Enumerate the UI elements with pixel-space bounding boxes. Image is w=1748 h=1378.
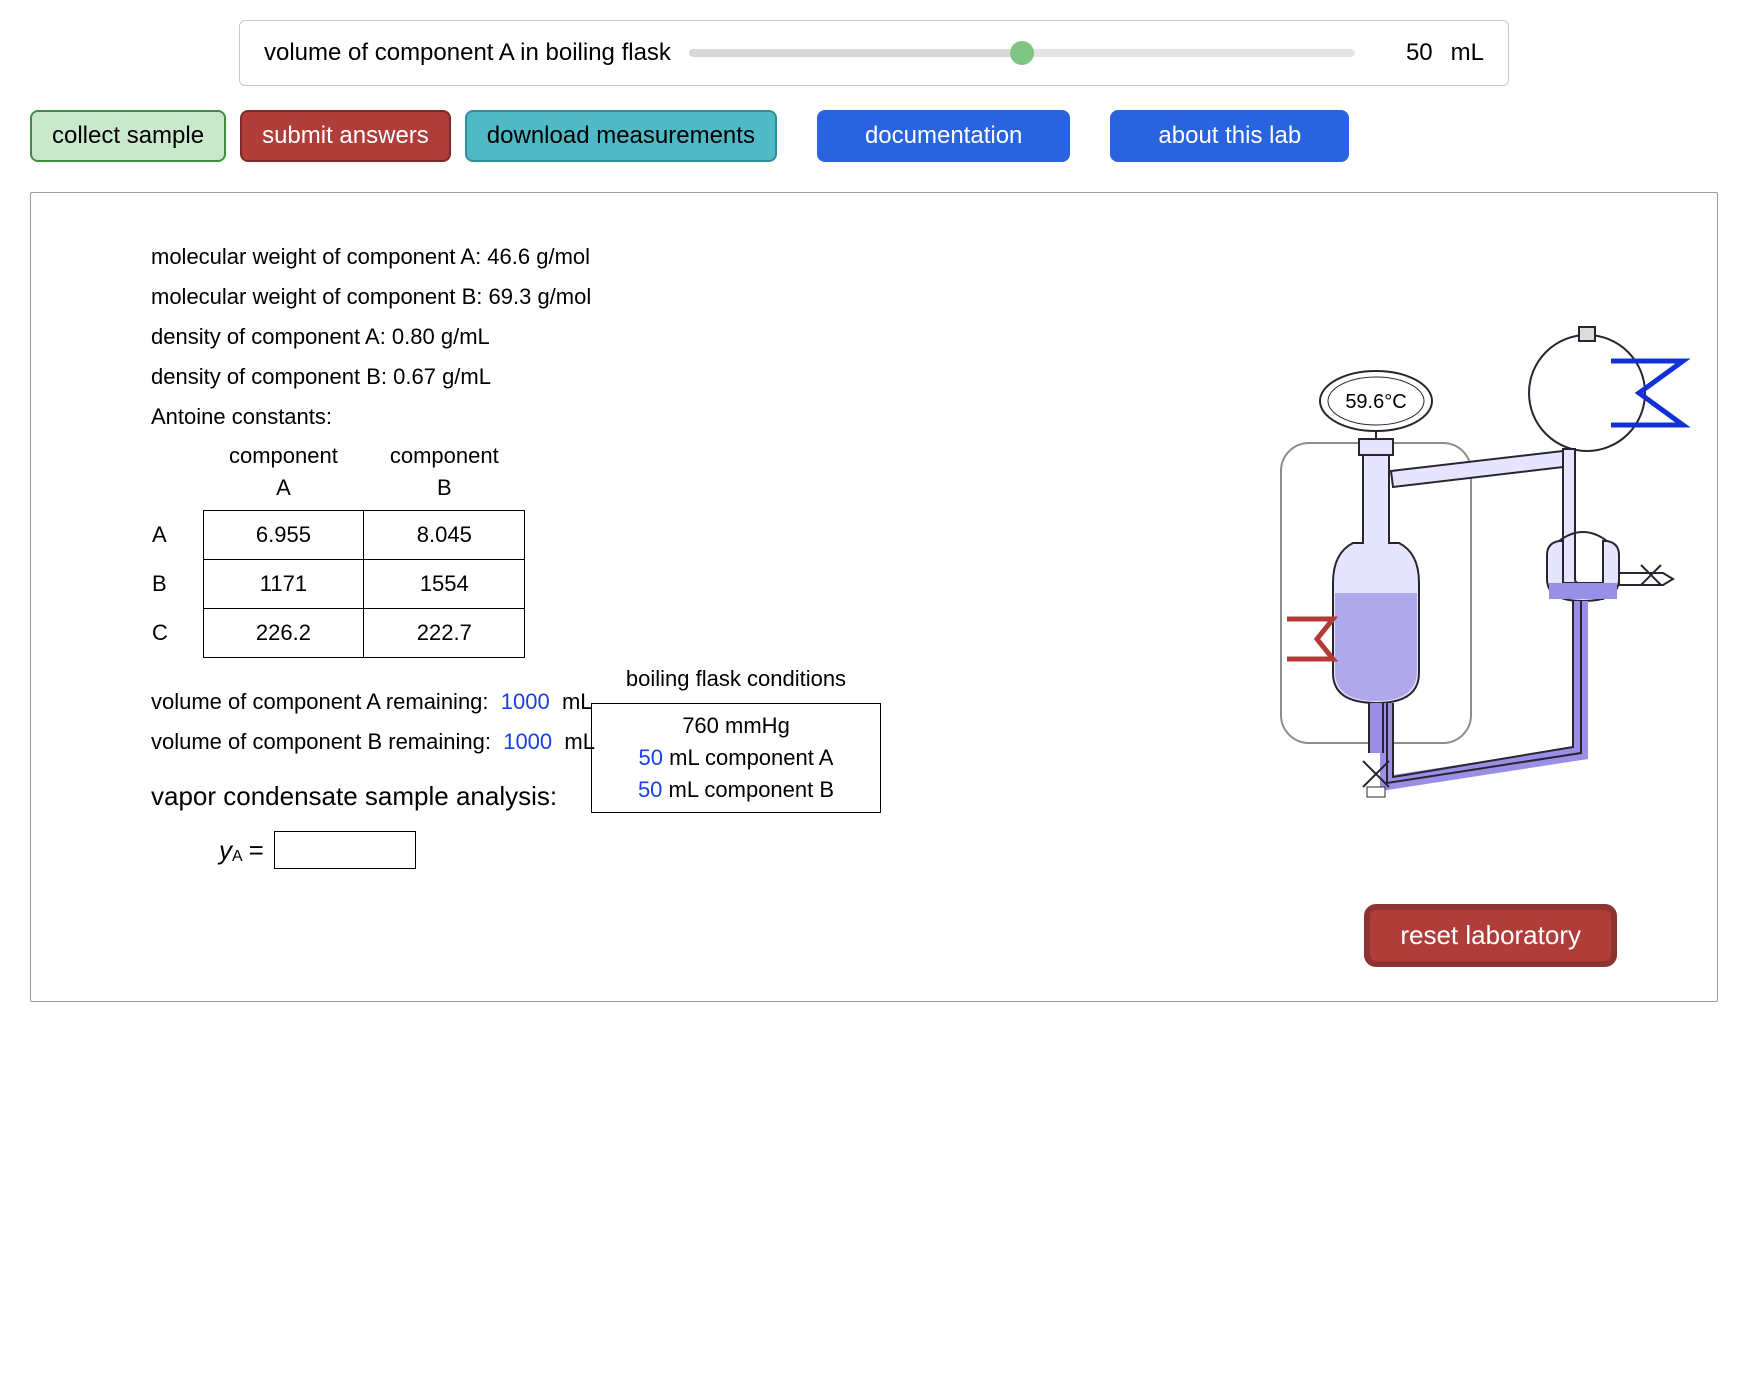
volume-slider[interactable] — [689, 49, 1355, 57]
vapor-analysis-title: vapor condensate sample analysis: — [151, 778, 595, 816]
table-row: B 1171 1554 — [151, 560, 525, 609]
remaining-A-unit: mL — [562, 689, 593, 714]
table-row: A 6.955 8.045 — [151, 511, 525, 560]
remaining-A-value: 1000 — [501, 689, 550, 714]
antoine-header-B: component B — [364, 440, 525, 510]
volume-slider-label: volume of component A in boiling flask — [264, 36, 671, 71]
action-button-row: collect sample submit answers download m… — [30, 110, 1718, 162]
bfc-title: boiling flask conditions — [591, 663, 881, 695]
ya-equals: = — [249, 832, 264, 870]
remaining-A-label: volume of component A remaining: — [151, 689, 489, 714]
submit-answers-button[interactable]: submit answers — [240, 110, 451, 162]
ya-output-box — [274, 831, 416, 869]
volume-slider-bar: volume of component A in boiling flask 5… — [239, 20, 1509, 86]
remaining-B-value: 1000 — [503, 729, 552, 754]
volume-slider-unit: mL — [1451, 36, 1484, 71]
ya-equation: y A = — [219, 831, 595, 869]
remaining-volumes: volume of component A remaining: 1000 mL… — [151, 686, 595, 758]
rho-A: density of component A: 0.80 g/mL — [151, 321, 595, 353]
bfc-pressure: 760 — [682, 713, 719, 738]
distillation-apparatus: 59.6°C — [1263, 283, 1703, 843]
info-column: molecular weight of component A: 46.6 g/… — [151, 241, 595, 869]
antoine-table: component A component B A 6.955 8.045 B … — [151, 440, 525, 657]
reset-laboratory-button[interactable]: reset laboratory — [1364, 904, 1617, 967]
bfc-box: 760 mmHg 50 mL component A 50 mL compone… — [591, 703, 881, 813]
bfc-volA: 50 — [639, 745, 663, 770]
rho-B: density of component B: 0.67 g/mL — [151, 361, 595, 393]
remaining-B-label: volume of component B remaining: — [151, 729, 491, 754]
documentation-button[interactable]: documentation — [817, 110, 1070, 162]
table-row: C 226.2 222.7 — [151, 609, 525, 658]
collect-sample-button[interactable]: collect sample — [30, 110, 226, 162]
antoine-header-A: component A — [203, 440, 364, 510]
bfc-volB: 50 — [638, 777, 662, 802]
lab-panel: molecular weight of component A: 46.6 g/… — [30, 192, 1718, 1002]
mw-A: molecular weight of component A: 46.6 g/… — [151, 241, 595, 273]
download-measurements-button[interactable]: download measurements — [465, 110, 777, 162]
volume-slider-value: 50 — [1373, 36, 1433, 71]
about-this-lab-button[interactable]: about this lab — [1110, 110, 1349, 162]
ya-subscript: A — [232, 845, 243, 868]
antoine-title: Antoine constants: — [151, 401, 595, 433]
mw-B: molecular weight of component B: 69.3 g/… — [151, 281, 595, 313]
volume-slider-thumb[interactable] — [1010, 41, 1034, 65]
ya-symbol: y — [219, 832, 232, 870]
temperature-readout: 59.6°C — [1345, 391, 1406, 413]
boiling-flask-conditions: boiling flask conditions 760 mmHg 50 mL … — [591, 663, 881, 813]
